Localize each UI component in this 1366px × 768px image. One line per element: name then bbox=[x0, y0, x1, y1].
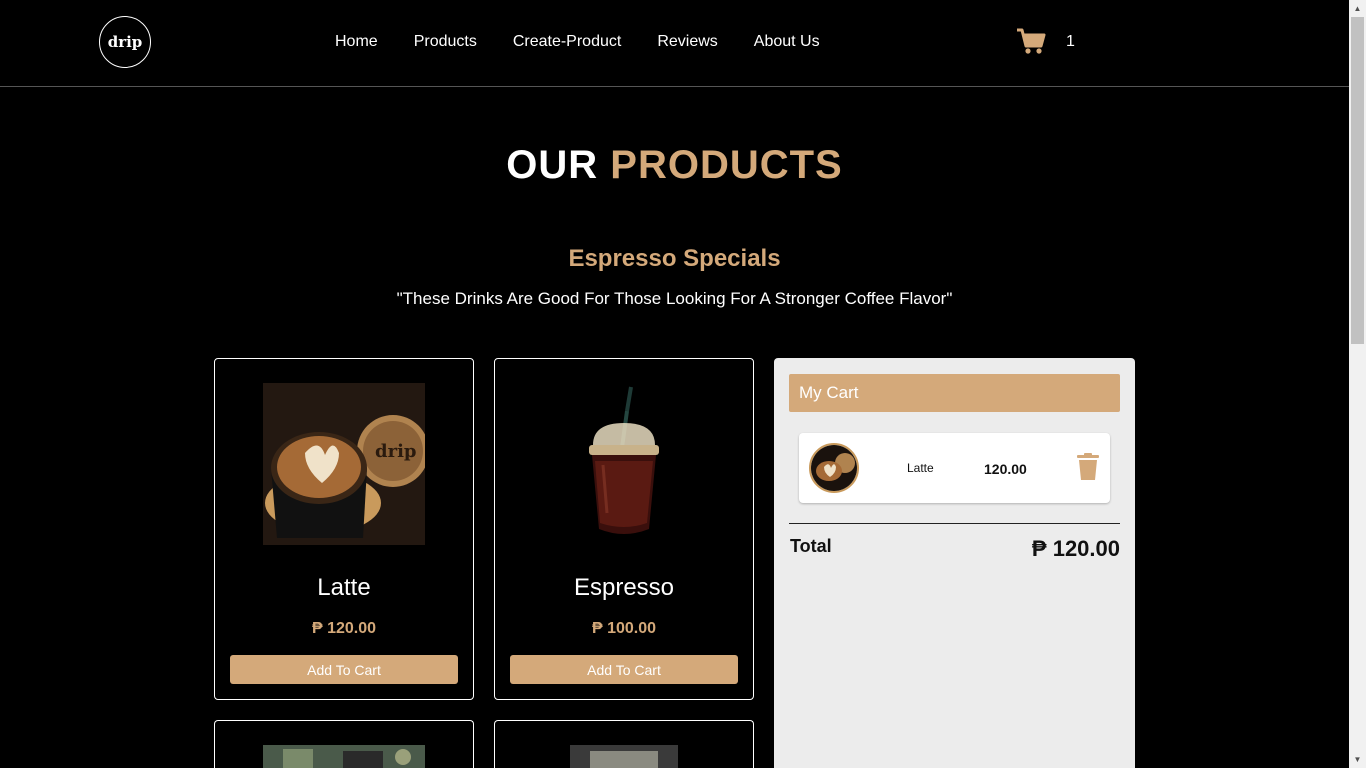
shopping-cart-icon bbox=[1017, 28, 1046, 54]
page-title-part2: PRODUCTS bbox=[610, 143, 843, 187]
espresso-image bbox=[543, 383, 705, 545]
cart-item-thumbnail bbox=[809, 443, 859, 493]
product-image-partial bbox=[570, 745, 678, 768]
page-title: OUR PRODUCTS bbox=[0, 143, 1349, 188]
cart-total-value: ₱ 120.00 bbox=[1031, 536, 1120, 561]
drip-logo[interactable]: drip bbox=[99, 16, 151, 68]
product-card-partial bbox=[214, 720, 474, 768]
site-header: drip Home Products Create-Product Review… bbox=[0, 0, 1349, 87]
product-card-espresso: Espresso ₱ 100.00 Add To Cart bbox=[494, 358, 754, 700]
scroll-down-arrow-icon[interactable]: ▼ bbox=[1349, 751, 1366, 768]
add-to-cart-button[interactable]: Add To Cart bbox=[510, 655, 738, 684]
category-subtitle: "These Drinks Are Good For Those Looking… bbox=[396, 289, 953, 308]
page-title-part1: OUR bbox=[506, 143, 599, 187]
cart-count-badge: 1 bbox=[1066, 32, 1075, 50]
header-cart-button[interactable]: 1 bbox=[1016, 28, 1075, 55]
main-nav: Home Products Create-Product Reviews Abo… bbox=[335, 33, 820, 51]
product-name: Latte bbox=[317, 574, 371, 601]
latte-image: drip bbox=[263, 383, 429, 545]
cart-item-name: Latte bbox=[907, 461, 934, 475]
nav-products[interactable]: Products bbox=[414, 33, 477, 51]
product-price: ₱ 120.00 bbox=[311, 620, 377, 637]
nav-create-product[interactable]: Create-Product bbox=[513, 33, 622, 51]
nav-about-us[interactable]: About Us bbox=[754, 33, 820, 51]
cart-heading: My Cart bbox=[789, 374, 1120, 412]
product-price: ₱ 100.00 bbox=[591, 620, 657, 637]
category-title: Espresso Specials bbox=[568, 245, 781, 272]
cart-item: Latte 120.00 bbox=[799, 433, 1110, 503]
product-card-latte: drip Latte ₱ 120.00 Add To Cart bbox=[214, 358, 474, 700]
product-card-partial bbox=[494, 720, 754, 768]
nav-reviews[interactable]: Reviews bbox=[657, 33, 717, 51]
cart-item-price: 120.00 bbox=[984, 461, 1027, 477]
svg-text:drip: drip bbox=[375, 441, 417, 462]
product-name: Espresso bbox=[573, 574, 675, 601]
scroll-thumb[interactable] bbox=[1351, 17, 1364, 344]
product-image-partial bbox=[263, 745, 425, 768]
cart-panel: My Cart Latte 120.00 Total ₱ 120.00 bbox=[774, 358, 1135, 768]
trash-icon[interactable] bbox=[1077, 453, 1099, 485]
cart-divider bbox=[789, 523, 1120, 524]
cart-total-label: Total bbox=[790, 536, 832, 556]
add-to-cart-button[interactable]: Add To Cart bbox=[230, 655, 458, 684]
nav-home[interactable]: Home bbox=[335, 33, 378, 51]
page-scrollbar[interactable]: ▲ ▼ bbox=[1349, 0, 1366, 768]
scroll-up-arrow-icon[interactable]: ▲ bbox=[1349, 0, 1366, 17]
